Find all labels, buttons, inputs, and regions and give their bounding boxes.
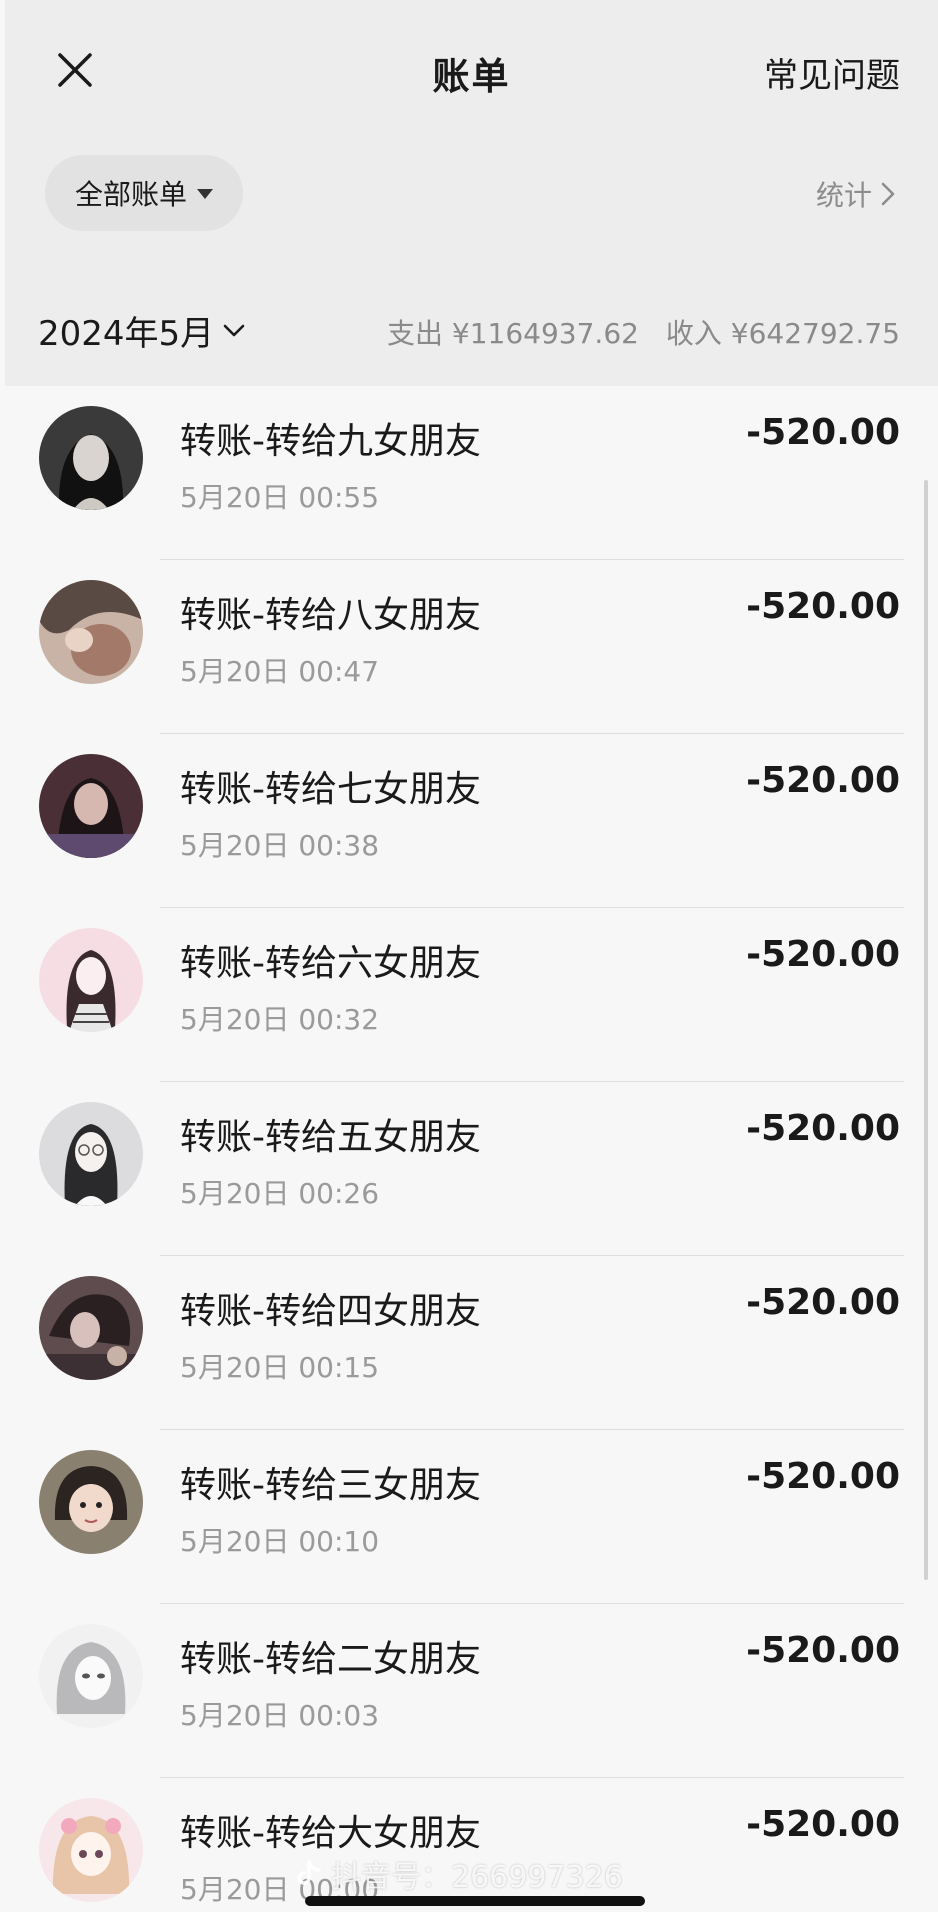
avatar <box>39 1624 143 1728</box>
avatar <box>39 1102 143 1206</box>
transaction-amount: -520.00 <box>746 934 900 975</box>
caret-down-icon <box>197 189 213 199</box>
transaction-row[interactable]: 转账-转给五女朋友 5月20日 00:26 -520.00 <box>5 1082 938 1256</box>
transaction-row[interactable]: 转账-转给三女朋友 5月20日 00:10 -520.00 <box>5 1430 938 1604</box>
transaction-time: 5月20日 00:47 <box>180 655 380 688</box>
month-label: 2024年5月 <box>38 314 215 354</box>
expense-total: 支出 ¥1164937.62 <box>387 317 639 350</box>
transaction-time: 5月20日 00:38 <box>180 829 380 862</box>
transaction-list: 转账-转给九女朋友 5月20日 00:55 -520.00 转账-转给八女朋友 … <box>5 386 938 1912</box>
transaction-amount: -520.00 <box>746 1282 900 1323</box>
transaction-title: 转账-转给大女朋友 <box>180 1813 481 1854</box>
transaction-title: 转账-转给六女朋友 <box>180 943 481 984</box>
month-picker[interactable]: 2024年5月 <box>38 306 246 355</box>
avatar <box>39 1450 143 1554</box>
transaction-amount: -520.00 <box>746 586 900 627</box>
avatar <box>39 754 143 858</box>
home-indicator[interactable] <box>305 1896 645 1906</box>
transaction-title: 转账-转给二女朋友 <box>180 1639 481 1680</box>
avatar <box>39 1798 143 1902</box>
avatar <box>39 928 143 1032</box>
scrollbar[interactable] <box>924 480 928 1580</box>
watermark-text: 抖音号：266997326 <box>331 1860 623 1895</box>
transaction-title: 转账-转给五女朋友 <box>180 1117 481 1158</box>
transaction-title: 转账-转给七女朋友 <box>180 769 481 810</box>
transaction-title: 转账-转给三女朋友 <box>180 1465 481 1506</box>
transaction-time: 5月20日 00:32 <box>180 1003 380 1036</box>
transaction-time: 5月20日 00:55 <box>180 481 380 514</box>
watermark: 抖音号：266997326 <box>295 1852 623 1896</box>
transaction-amount: -520.00 <box>746 760 900 801</box>
chevron-right-icon <box>881 182 895 206</box>
stats-link[interactable]: 统计 <box>816 174 896 214</box>
transaction-amount: -520.00 <box>746 1456 900 1497</box>
transaction-time: 5月20日 00:15 <box>180 1351 380 1384</box>
transaction-amount: -520.00 <box>746 412 900 453</box>
avatar <box>39 1276 143 1380</box>
stats-link-label: 统计 <box>815 179 872 212</box>
transaction-amount: -520.00 <box>746 1108 900 1149</box>
transaction-row[interactable]: 转账-转给四女朋友 5月20日 00:15 -520.00 <box>5 1256 938 1430</box>
transaction-row[interactable]: 转账-转给八女朋友 5月20日 00:47 -520.00 <box>5 560 938 734</box>
month-summary-row: 2024年5月 支出 ¥1164937.62 收入 ¥642792.75 <box>5 290 938 370</box>
bill-type-filter[interactable]: 全部账单 <box>45 155 243 231</box>
faq-link[interactable]: 常见问题 <box>764 48 900 97</box>
avatar <box>39 406 143 510</box>
transaction-row[interactable]: 转账-转给六女朋友 5月20日 00:32 -520.00 <box>5 908 938 1082</box>
transaction-title: 转账-转给四女朋友 <box>180 1291 481 1332</box>
month-summary: 支出 ¥1164937.62 收入 ¥642792.75 <box>387 312 900 352</box>
transaction-title: 转账-转给九女朋友 <box>180 421 481 462</box>
transaction-time: 5月20日 00:26 <box>180 1177 380 1210</box>
transaction-row[interactable]: 转账-转给七女朋友 5月20日 00:38 -520.00 <box>5 734 938 908</box>
transaction-time: 5月20日 00:10 <box>180 1525 380 1558</box>
transaction-row[interactable]: 转账-转给九女朋友 5月20日 00:55 -520.00 <box>5 386 938 560</box>
transaction-title: 转账-转给八女朋友 <box>180 595 481 636</box>
bill-type-filter-label: 全部账单 <box>74 178 187 211</box>
transaction-amount: -520.00 <box>746 1804 900 1845</box>
nav-bar: 账单 常见问题 <box>5 0 938 140</box>
avatar <box>39 580 143 684</box>
chevron-down-icon <box>223 324 245 336</box>
transaction-row[interactable]: 转账-转给二女朋友 5月20日 00:03 -520.00 <box>5 1604 938 1778</box>
bill-page: 账单 常见问题 全部账单 统计 2024年5月 支出 ¥1164937.62 收… <box>5 0 938 1912</box>
transaction-amount: -520.00 <box>746 1630 900 1671</box>
transaction-time: 5月20日 00:03 <box>180 1699 380 1732</box>
tiktok-logo-icon <box>297 1860 321 1885</box>
income-total: 收入 ¥642792.75 <box>665 317 900 350</box>
